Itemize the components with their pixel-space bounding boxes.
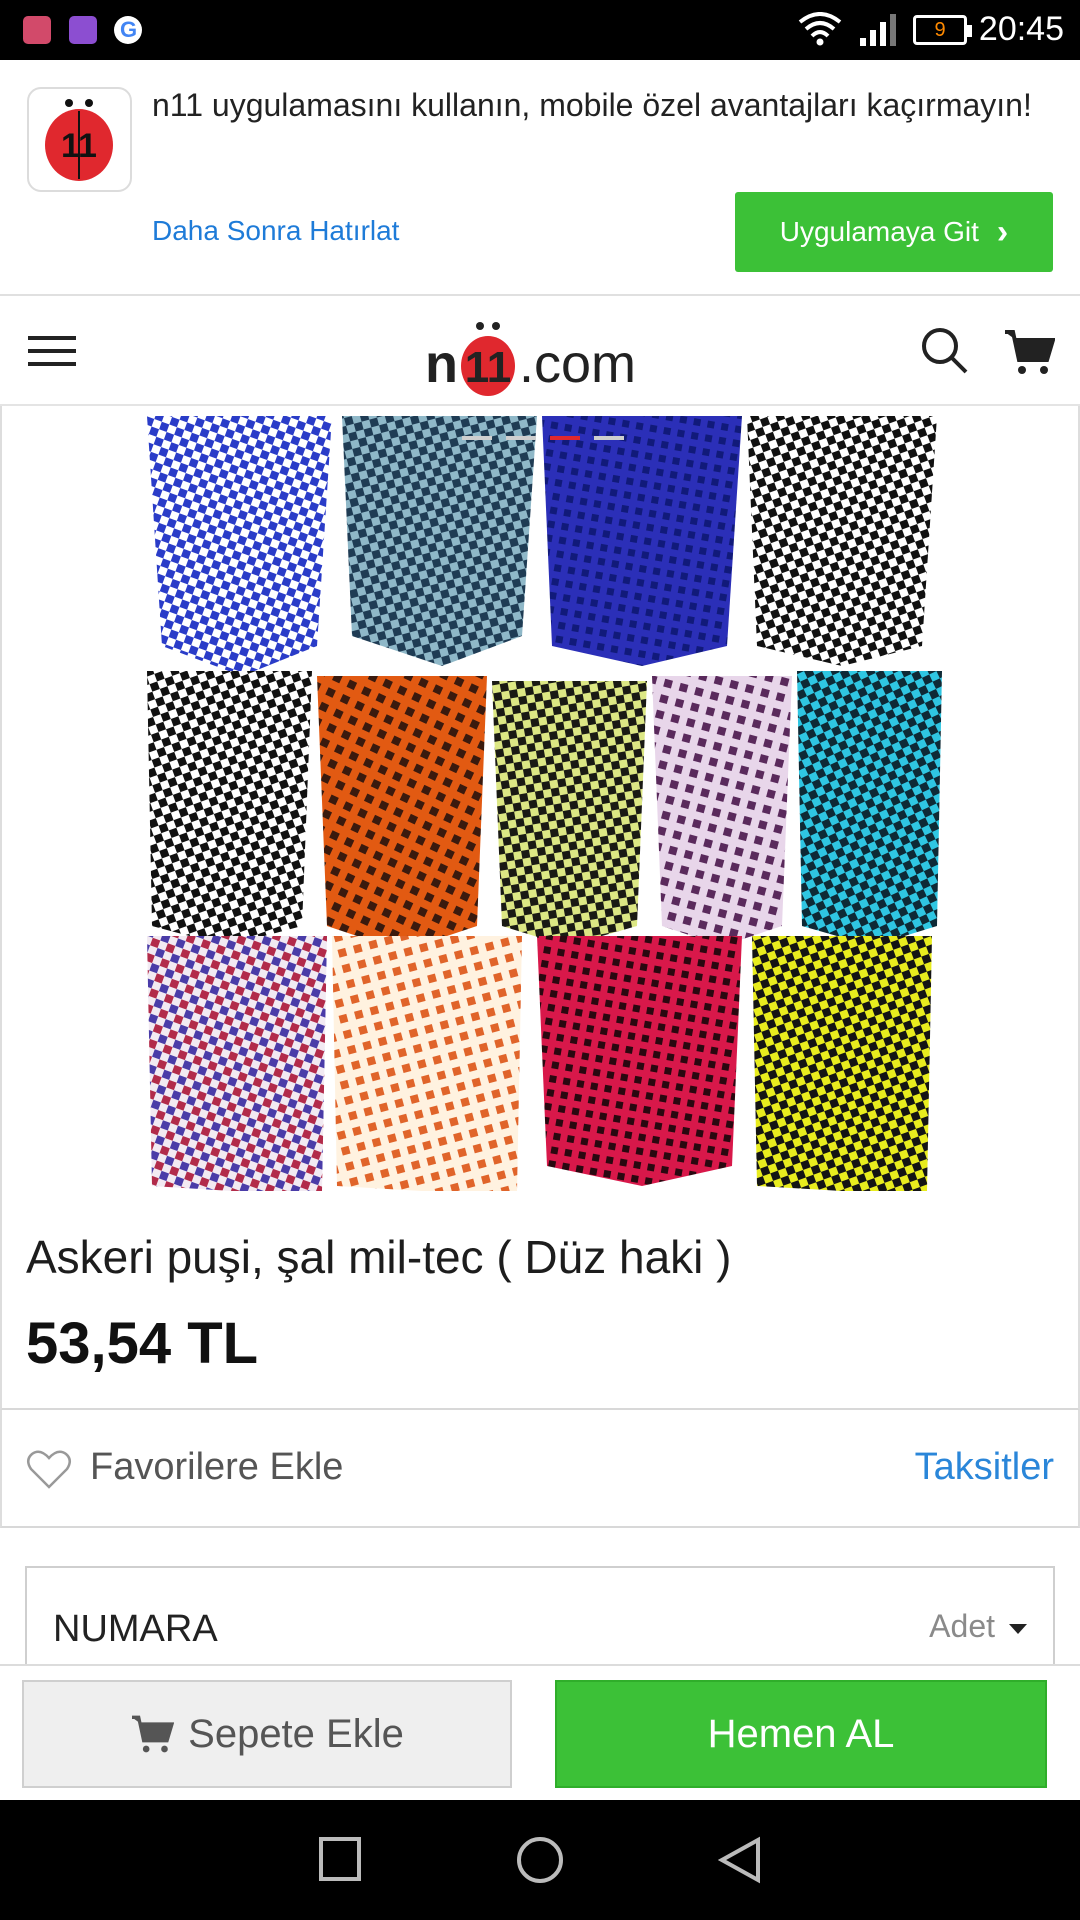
back-icon[interactable]	[718, 1836, 762, 1884]
logo-n: n	[425, 334, 458, 394]
status-bar: 9 20:45	[0, 0, 1080, 60]
add-to-cart-label: Sepete Ekle	[188, 1711, 404, 1756]
product-title: Askeri puşi, şal mil-tec ( Düz haki )	[26, 1231, 732, 1283]
go-to-app-label: Uygulamaya Git	[779, 216, 979, 247]
bottom-action-bar: Sepete Ekle Hemen AL	[0, 1664, 1080, 1800]
carousel-indicator	[462, 436, 624, 440]
site-header: n 11 .com	[0, 296, 1080, 406]
battery-icon: 9	[913, 15, 972, 45]
logo-com: .com	[519, 334, 636, 394]
wifi-icon	[798, 12, 842, 46]
product-info: Askeri puşi, şal mil-tec ( Düz haki ) 53…	[0, 1196, 1080, 1410]
home-icon[interactable]	[516, 1836, 564, 1884]
clock: 20:45	[978, 10, 1064, 48]
chevron-right-icon: ›	[996, 212, 1009, 251]
app-install-banner: 11 n11 uygulamasını kullanın, mobile öze…	[0, 60, 1080, 296]
size-option-select[interactable]: NUMARA Adet	[25, 1566, 1055, 1666]
logo-11: 11	[465, 343, 512, 392]
product-price: 53,54 TL	[26, 1311, 259, 1376]
add-to-favorites-link[interactable]: Favorilere Ekle	[90, 1446, 343, 1489]
menu-icon[interactable]	[28, 332, 78, 370]
go-to-app-button[interactable]: Uygulamaya Git ›	[735, 192, 1053, 272]
google-icon	[114, 16, 142, 44]
cart-icon	[132, 1715, 175, 1753]
n11-logo[interactable]: n 11 .com	[425, 316, 655, 396]
product-actions-row: Favorilere Ekle Taksitler	[0, 1410, 1080, 1528]
quantity-dropdown[interactable]: Adet	[929, 1608, 1027, 1645]
battery-level: 9	[934, 19, 946, 41]
notification-app-icon	[23, 16, 51, 44]
recents-icon[interactable]	[318, 1836, 362, 1882]
carousel-dot[interactable]	[506, 436, 536, 440]
signal-icon	[860, 14, 896, 46]
product-image	[142, 406, 942, 1196]
cart-icon[interactable]	[1003, 328, 1055, 376]
svg-text:11: 11	[61, 127, 97, 165]
caret-down-icon	[1009, 1623, 1027, 1634]
add-to-cart-button[interactable]: Sepete Ekle	[22, 1680, 512, 1788]
option-label: NUMARA	[53, 1608, 218, 1650]
banner-message: n11 uygulamasını kullanın, mobile özel a…	[152, 87, 1032, 123]
carousel-dot[interactable]	[594, 436, 624, 440]
product-image-carousel[interactable]	[0, 406, 1080, 1196]
n11-app-icon: 11	[27, 87, 132, 192]
buy-now-label: Hemen AL	[707, 1711, 895, 1756]
buy-now-button[interactable]: Hemen AL	[555, 1680, 1047, 1788]
quantity-placeholder: Adet	[929, 1608, 995, 1644]
gallery-icon	[69, 16, 97, 44]
search-icon[interactable]	[920, 326, 970, 376]
carousel-dot[interactable]	[462, 436, 492, 440]
carousel-dot-active[interactable]	[550, 436, 580, 440]
heart-icon[interactable]	[26, 1450, 72, 1490]
installments-link[interactable]: Taksitler	[915, 1446, 1054, 1489]
system-navigation-bar	[0, 1800, 1080, 1920]
remind-later-link[interactable]: Daha Sonra Hatırlat	[152, 215, 399, 247]
